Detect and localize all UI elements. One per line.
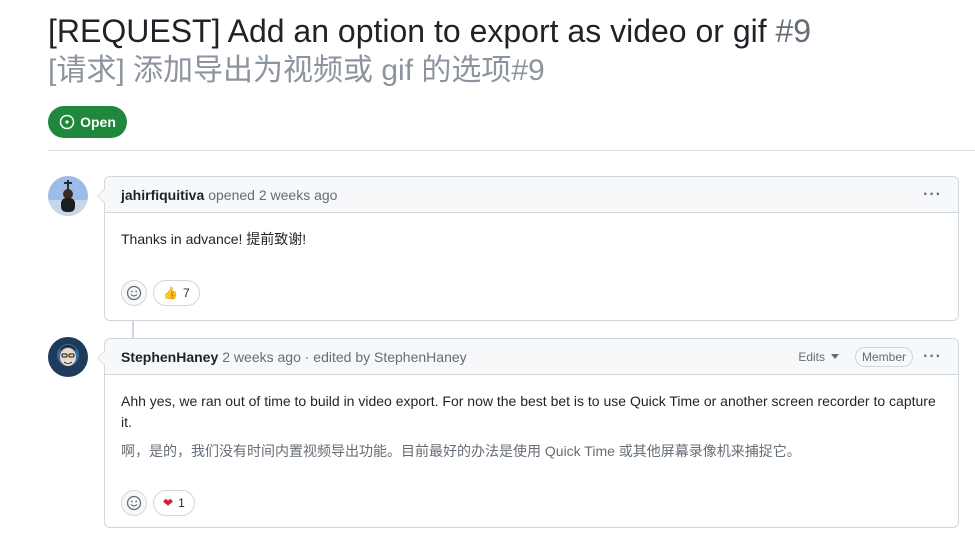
comment-paragraph: Ahh yes, we ran out of time to build in …	[121, 393, 936, 430]
comment-body: Ahh yes, we ran out of time to build in …	[105, 375, 958, 486]
timeline-connector	[132, 320, 134, 338]
comment-author[interactable]: jahirfiquitiva	[121, 187, 204, 203]
issue-state-label: Open	[80, 114, 116, 130]
issue-number[interactable]: #9	[776, 13, 812, 49]
reactions-bar: ❤ 1	[105, 486, 958, 532]
issue-number-translated: #9	[511, 54, 545, 87]
reaction-thumbs-up[interactable]: 👍 7	[153, 280, 200, 306]
kebab-menu-icon[interactable]: ···	[923, 348, 942, 366]
issue-title: [REQUEST] Add an option to export as vid…	[48, 10, 958, 52]
reaction-count: 7	[182, 286, 190, 300]
reaction-count: 1	[178, 496, 185, 510]
issue-title-translation: [请求] 添加导出为视频或 gif 的选项#9	[48, 52, 958, 90]
issue-title-translated-text: [请求] 添加导出为视频或 gif 的选项	[48, 54, 512, 87]
smiley-icon	[126, 495, 142, 511]
comment-timestamp: 2 weeks ago · edited by StephenHaney	[222, 348, 467, 365]
add-reaction-button[interactable]	[121, 280, 147, 306]
header-divider	[48, 150, 975, 151]
thumbs-up-icon: 👍	[163, 286, 178, 300]
role-badge: Member	[855, 346, 914, 367]
reactions-bar: 👍 7	[105, 274, 958, 322]
issue-title-block: [REQUEST] Add an option to export as vid…	[48, 10, 958, 90]
comment-paragraph: Thanks in advance! 提前致谢!	[121, 231, 307, 247]
kebab-menu-icon[interactable]: ···	[923, 186, 942, 204]
comment-header: jahirfiquitiva opened 2 weeks ago ···	[105, 177, 958, 213]
comment-author[interactable]: StephenHaney	[121, 349, 218, 365]
edits-dropdown[interactable]: Edits	[798, 350, 839, 364]
edits-label: Edits	[798, 349, 825, 364]
caret-down-icon	[831, 353, 839, 359]
comment-header: StephenHaney 2 weeks ago · edited by Ste…	[105, 339, 958, 375]
add-reaction-button[interactable]	[121, 490, 147, 516]
comment-timestamp: opened 2 weeks ago	[208, 186, 338, 203]
issue-state-badge: Open	[48, 106, 127, 138]
avatar[interactable]	[48, 176, 88, 216]
comment: jahirfiquitiva opened 2 weeks ago ··· Th…	[97, 176, 959, 322]
issue-opened-icon	[59, 114, 75, 130]
avatar[interactable]	[48, 337, 88, 377]
comment-body: Thanks in advance! 提前致谢!	[105, 213, 958, 274]
comment: StephenHaney 2 weeks ago · edited by Ste…	[97, 338, 959, 528]
smiley-icon	[126, 285, 142, 301]
issue-title-text: [REQUEST] Add an option to export as vid…	[48, 13, 767, 49]
reaction-heart[interactable]: ❤ 1	[153, 490, 195, 516]
comment-paragraph-translation: 啊，是的，我们没有时间内置视频导出功能。目前最好的办法是使用 Quick Tim…	[121, 443, 801, 459]
heart-icon: ❤	[163, 496, 174, 510]
